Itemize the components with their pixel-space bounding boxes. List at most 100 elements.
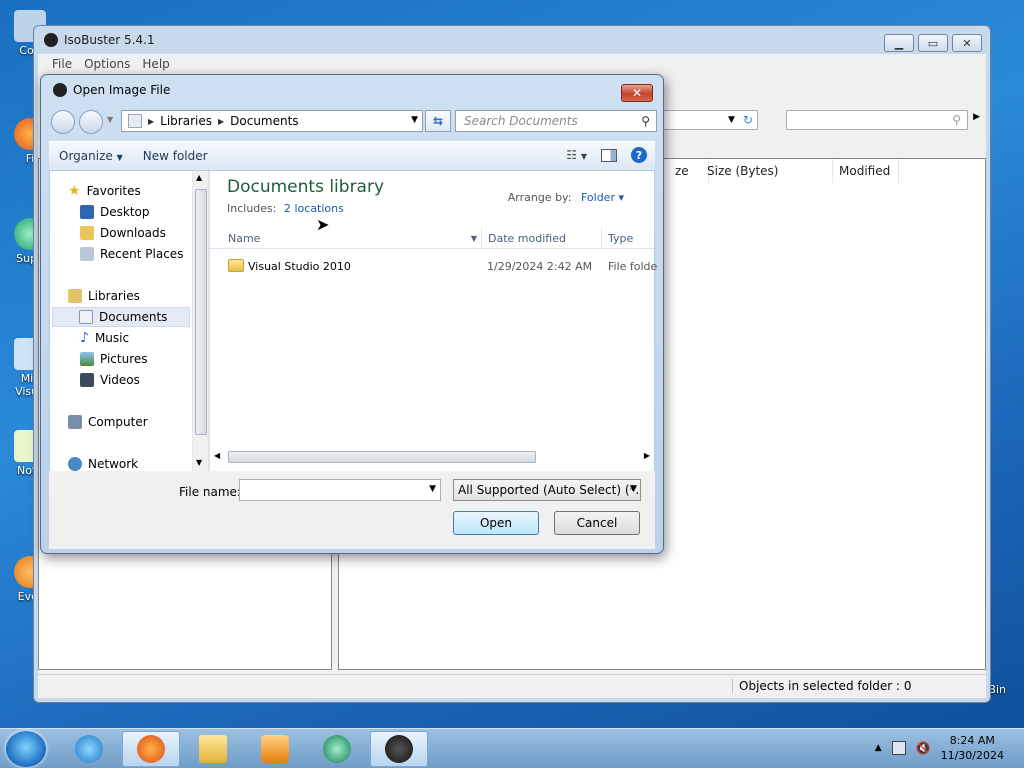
column-size-bytes[interactable]: Size (Bytes): [701, 159, 833, 183]
clock[interactable]: 8:24 AM 11/30/2024: [941, 733, 1004, 763]
nav-music[interactable]: ♪ Music: [80, 328, 129, 348]
nav-label: Desktop: [100, 205, 150, 219]
scroll-right-arrow[interactable]: ▶: [973, 112, 980, 122]
taskbar-firefox[interactable]: [122, 731, 180, 767]
nav-label: Network: [88, 457, 139, 471]
main-search-input[interactable]: ⚲: [786, 110, 968, 130]
main-titlebar: IsoBuster 5.4.1: [34, 26, 990, 54]
dialog-close-button[interactable]: ✕: [621, 84, 653, 102]
star-icon: ★: [68, 183, 81, 199]
preview-pane-icon[interactable]: [601, 148, 617, 162]
organize-button[interactable]: Organize ▼: [49, 149, 133, 163]
menu-help[interactable]: Help: [142, 57, 169, 71]
search-input[interactable]: Search Documents ⚲: [455, 110, 657, 132]
nav-label: Videos: [100, 373, 140, 387]
maximize-button[interactable]: ▭: [918, 34, 948, 52]
file-date: 1/29/2024 2:42 AM: [487, 260, 593, 273]
includes-locations-link[interactable]: 2 locations: [284, 202, 344, 215]
nav-label: Libraries: [88, 289, 140, 303]
nav-label: Downloads: [100, 226, 166, 240]
chevron-down-icon[interactable]: ▼: [429, 484, 436, 494]
folder-icon: [199, 735, 227, 763]
taskbar-media-player[interactable]: [246, 731, 304, 767]
file-type-value: All Supported (Auto Select) (*.IS: [458, 483, 641, 497]
network-icon[interactable]: [891, 741, 906, 755]
sort-chevron-icon[interactable]: ▼: [471, 234, 477, 243]
clock-time: 8:24 AM: [949, 734, 995, 747]
breadcrumb-libraries[interactable]: Libraries: [160, 114, 212, 128]
file-type-select[interactable]: All Supported (Auto Select) (*.IS ▼: [453, 479, 641, 501]
back-button[interactable]: [51, 110, 75, 134]
nav-desktop[interactable]: Desktop: [80, 202, 150, 222]
open-button[interactable]: Open: [453, 511, 539, 535]
scroll-down-arrow[interactable]: ▼: [196, 458, 202, 467]
scroll-left-arrow[interactable]: ◀: [214, 451, 220, 460]
view-options-icon[interactable]: ☷ ▼: [566, 148, 587, 162]
chevron-down-icon[interactable]: ▼: [411, 115, 418, 125]
column-name[interactable]: Name ▼: [222, 227, 482, 249]
library-title: Documents library: [227, 177, 385, 197]
firefox-icon: [137, 735, 165, 763]
main-address-dropdown[interactable]: ▼ ↻: [658, 110, 758, 130]
breadcrumb-arrow-icon[interactable]: ▶: [148, 117, 154, 126]
breadcrumb-arrow-icon[interactable]: ▶: [218, 117, 224, 126]
file-list-area[interactable]: Documents library Includes: 2 locations …: [210, 171, 658, 471]
nav-videos[interactable]: Videos: [80, 370, 140, 390]
breadcrumb-documents[interactable]: Documents: [230, 114, 298, 128]
nav-downloads[interactable]: Downloads: [80, 223, 166, 243]
arrange-by: Arrange by: Folder ▾: [508, 191, 624, 204]
column-date-modified[interactable]: Date modified: [482, 227, 602, 249]
column-type[interactable]: Type: [602, 227, 662, 249]
taskbar-app[interactable]: [308, 731, 366, 767]
recycle-bin-label[interactable]: Bin: [988, 683, 1006, 696]
close-button[interactable]: ✕: [952, 34, 982, 52]
refresh-icon[interactable]: ↻: [743, 113, 753, 127]
menu-file[interactable]: File: [52, 57, 72, 71]
music-icon: ♪: [80, 330, 89, 346]
menu-options[interactable]: Options: [84, 57, 130, 71]
scroll-right-arrow[interactable]: ▶: [644, 451, 650, 460]
file-list-hscrollbar[interactable]: ◀ ▶: [210, 449, 654, 465]
file-type: File folder: [608, 260, 658, 273]
nav-pane-scrollbar[interactable]: ▲ ▼: [192, 171, 208, 471]
isobuster-icon: [385, 735, 413, 763]
forward-button[interactable]: [79, 110, 103, 134]
taskbar-isobuster[interactable]: [370, 731, 428, 767]
system-tray: ▲ 🔇 8:24 AM 11/30/2024: [875, 733, 1004, 763]
column-modified[interactable]: Modified: [833, 159, 899, 183]
recent-places-icon: [80, 247, 94, 261]
start-button[interactable]: [6, 731, 46, 767]
taskbar-internet-explorer[interactable]: [60, 731, 118, 767]
search-placeholder: Search Documents: [464, 114, 578, 128]
recent-pages-chevron-icon[interactable]: ▼: [107, 115, 113, 124]
address-bar[interactable]: ▶ Libraries ▶ Documents ▼: [121, 110, 423, 132]
new-folder-button[interactable]: New folder: [133, 149, 218, 163]
nav-pictures[interactable]: Pictures: [80, 349, 148, 369]
refresh-button[interactable]: ⇆: [425, 110, 451, 132]
help-icon[interactable]: ?: [631, 147, 647, 163]
nav-label: Documents: [99, 310, 168, 324]
app-icon: [323, 735, 351, 763]
scrollbar-thumb[interactable]: [195, 189, 207, 435]
nav-recent-places[interactable]: Recent Places: [80, 244, 183, 264]
scroll-up-arrow[interactable]: ▲: [196, 173, 202, 182]
file-name-input[interactable]: ▼: [239, 479, 441, 501]
scrollbar-thumb[interactable]: [228, 451, 536, 463]
nav-label: Computer: [88, 415, 148, 429]
nav-favorites[interactable]: ★ Favorites: [68, 181, 141, 201]
nav-label: Recent Places: [100, 247, 184, 261]
nav-label: Pictures: [100, 352, 148, 366]
file-row[interactable]: Visual Studio 2010 1/29/2024 2:42 AM Fil…: [210, 257, 658, 277]
show-hidden-icons-icon[interactable]: ▲: [875, 743, 882, 753]
minimize-button[interactable]: ▁: [884, 34, 914, 52]
cancel-button[interactable]: Cancel: [554, 511, 640, 535]
nav-computer[interactable]: Computer: [68, 412, 148, 432]
taskbar-explorer[interactable]: [184, 731, 242, 767]
mouse-cursor-icon: ➤: [316, 215, 330, 234]
nav-documents[interactable]: Documents: [52, 307, 190, 327]
dialog-footer: File name: ▼ All Supported (Auto Select)…: [49, 471, 655, 549]
nav-libraries[interactable]: Libraries: [68, 286, 140, 306]
arrange-by-dropdown[interactable]: Folder ▾: [581, 191, 624, 204]
volume-muted-icon[interactable]: 🔇: [916, 741, 931, 755]
isobuster-icon: [53, 83, 67, 97]
